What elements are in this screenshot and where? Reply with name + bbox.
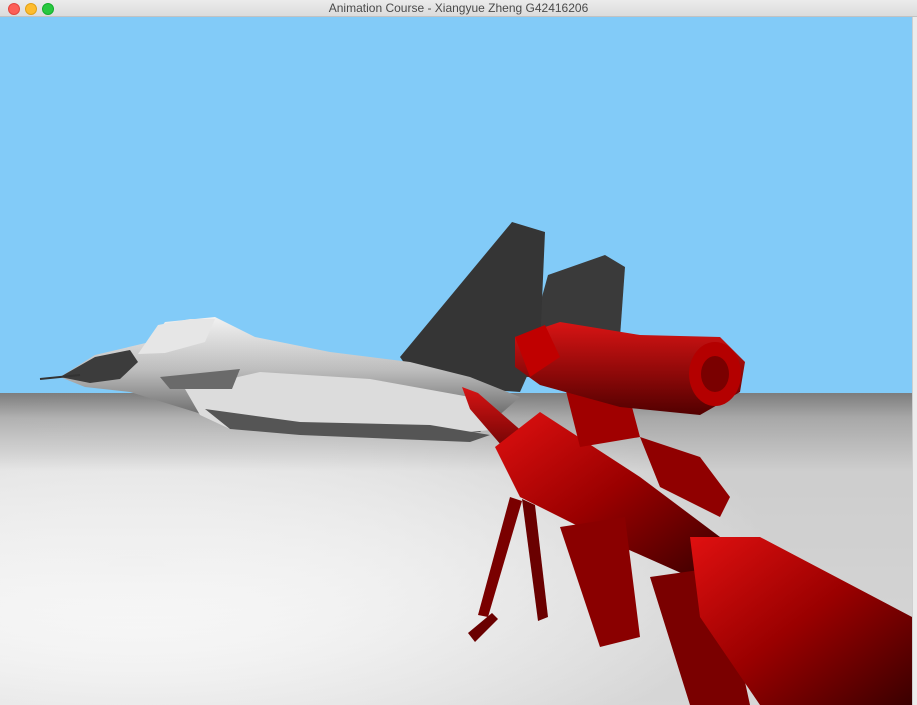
scene-canvas[interactable] (0, 17, 912, 705)
background-window-edge (912, 17, 917, 705)
app-window: Animation Course - Xiangyue Zheng G42416… (0, 0, 917, 705)
title-bar[interactable]: Animation Course - Xiangyue Zheng G42416… (0, 0, 917, 17)
render-viewport[interactable] (0, 17, 912, 705)
rifle-scope-lens-inner (701, 356, 729, 392)
window-title: Animation Course - Xiangyue Zheng G42416… (328, 1, 589, 15)
